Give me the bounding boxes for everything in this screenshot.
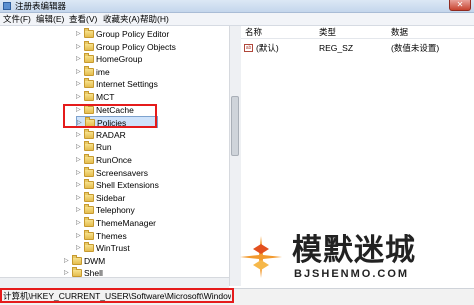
tree-node-label: MCT xyxy=(96,92,115,102)
tree-node-label: ime xyxy=(96,66,110,77)
tree-node-label: Internet Settings xyxy=(96,79,158,90)
expand-arrow-icon[interactable]: ▷ xyxy=(76,81,82,87)
folder-icon xyxy=(84,53,94,64)
expand-arrow-icon[interactable]: ▷ xyxy=(76,220,82,226)
close-button[interactable]: ✕ xyxy=(449,0,471,11)
menu-view[interactable]: 查看(V) xyxy=(69,13,97,25)
menu-bar: 文件(F) 编辑(E) 查看(V) 收藏夹(A) 帮助(H) xyxy=(0,13,474,26)
tree-node-label: HomeGroup xyxy=(96,54,143,65)
column-header-type[interactable]: 类型 xyxy=(319,26,336,38)
header-divider xyxy=(241,38,474,39)
folder-icon xyxy=(84,40,94,51)
tree-node-label: DWM xyxy=(84,255,106,266)
watermark-title: 模默迷城 xyxy=(292,234,416,267)
folder-icon xyxy=(84,242,94,253)
folder-icon xyxy=(84,65,94,76)
title-bar: 注册表编辑器 ✕ xyxy=(0,0,474,13)
menu-help[interactable]: 帮助(H) xyxy=(140,13,169,25)
tree-node-label: WinTrust xyxy=(96,243,130,254)
tree-node-label: Group Policy Objects xyxy=(96,41,176,52)
folder-icon xyxy=(84,179,94,190)
expand-arrow-icon[interactable]: ▷ xyxy=(76,144,82,150)
menu-edit[interactable]: 编辑(E) xyxy=(36,13,64,25)
folder-icon xyxy=(84,191,94,202)
tree-node-label: Shell Extensions xyxy=(96,180,159,191)
folder-icon xyxy=(84,78,94,89)
watermark-subtitle: BJSHENMO.COM xyxy=(294,268,410,280)
expand-arrow-icon[interactable]: ▷ xyxy=(76,132,82,138)
scrollbar-thumb[interactable] xyxy=(231,96,239,156)
folder-icon xyxy=(84,128,94,139)
value-name[interactable]: (默认) xyxy=(256,43,279,54)
folder-icon xyxy=(84,229,94,240)
tree-node-label: Screensavers xyxy=(96,167,148,178)
value-data: (数值未设置) xyxy=(391,43,440,53)
tree-node-label: Run xyxy=(96,142,112,153)
expand-arrow-icon[interactable]: ▷ xyxy=(76,44,82,50)
tree-node-label: Telephony xyxy=(96,205,135,216)
column-header-name[interactable]: 名称 xyxy=(245,26,262,38)
expand-arrow-icon[interactable]: ▷ xyxy=(76,233,82,239)
registry-tree[interactable]: ▷ Group Policy Editor ▷ Group Policy Object… xyxy=(0,26,229,286)
expand-arrow-icon[interactable]: ▷ xyxy=(76,94,82,100)
folder-icon xyxy=(84,91,94,101)
tree-node-label: RADAR xyxy=(96,129,126,140)
expand-arrow-icon[interactable]: ▷ xyxy=(76,31,82,37)
folder-icon xyxy=(84,141,94,152)
highlight-box-status xyxy=(0,288,234,303)
folder-icon xyxy=(84,204,94,215)
expand-arrow-icon[interactable]: ▷ xyxy=(76,207,82,213)
tree-node-label: Group Policy Editor xyxy=(96,29,170,39)
expand-arrow-icon[interactable]: ▷ xyxy=(76,69,82,75)
window-title: 注册表编辑器 xyxy=(15,1,67,11)
expand-arrow-icon[interactable]: ▷ xyxy=(64,258,70,264)
folder-icon xyxy=(84,154,94,164)
folder-icon xyxy=(84,28,94,38)
column-header-data[interactable]: 数据 xyxy=(391,26,408,38)
watermark-logo-icon xyxy=(240,236,282,278)
expand-arrow-icon[interactable]: ▷ xyxy=(76,170,82,176)
menu-file[interactable]: 文件(F) xyxy=(3,13,31,25)
regedit-app-icon xyxy=(3,2,11,10)
folder-icon xyxy=(84,166,94,177)
tree-horizontal-scrollbar[interactable] xyxy=(0,277,229,288)
tree-node-label: Sidebar xyxy=(96,192,126,203)
expand-arrow-icon[interactable]: ▷ xyxy=(76,245,82,251)
expand-arrow-icon[interactable]: ▷ xyxy=(76,195,82,201)
tree-node-label: RunOnce xyxy=(96,155,132,165)
folder-icon xyxy=(72,254,82,265)
tree-node-label: ThemeManager xyxy=(96,218,157,228)
string-value-icon: ab xyxy=(244,44,253,52)
highlight-box-policies xyxy=(63,104,157,128)
menu-favorites[interactable]: 收藏夹(A) xyxy=(103,13,140,25)
tree-node-label: Themes xyxy=(96,230,127,241)
expand-arrow-icon[interactable]: ▷ xyxy=(64,270,70,276)
expand-arrow-icon[interactable]: ▷ xyxy=(76,56,82,62)
expand-arrow-icon[interactable]: ▷ xyxy=(76,182,82,188)
folder-icon xyxy=(84,217,94,227)
expand-arrow-icon[interactable]: ▷ xyxy=(76,157,82,163)
value-type: REG_SZ xyxy=(319,43,354,53)
